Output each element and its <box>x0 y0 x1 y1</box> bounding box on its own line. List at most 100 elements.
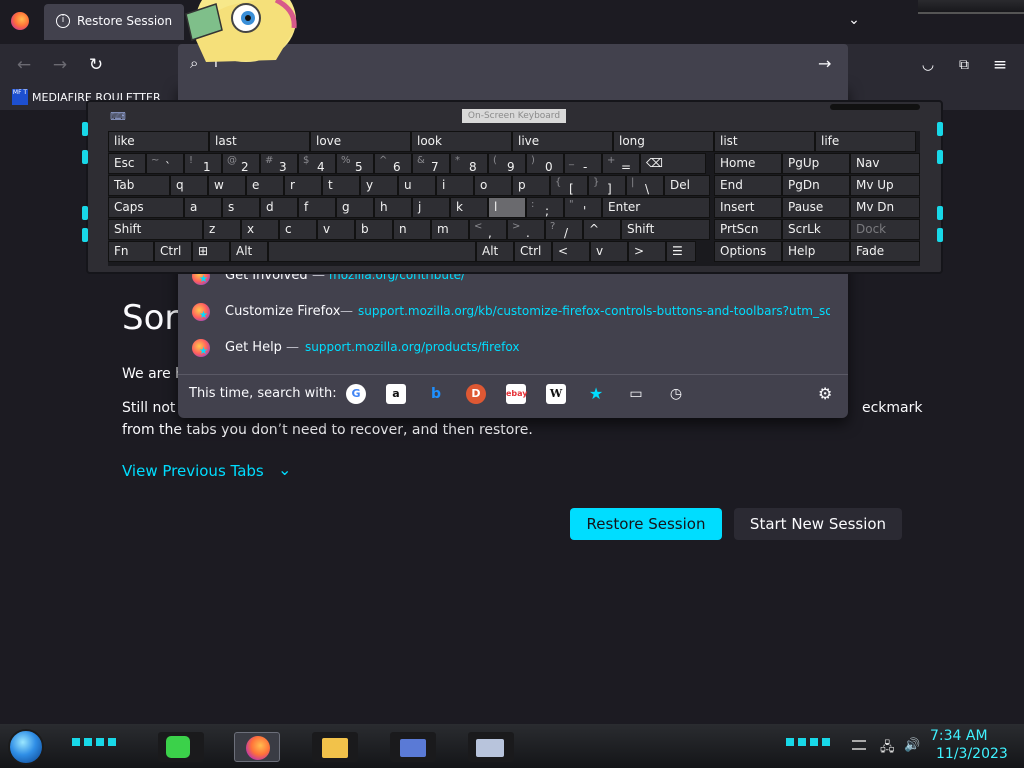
key-mv-dn[interactable]: Mv Dn <box>850 197 920 218</box>
key-sym[interactable]: ⊞ <box>192 241 230 262</box>
key-8[interactable]: * 8 <box>450 153 488 174</box>
go-arrow-icon[interactable]: → <box>818 54 831 73</box>
list-all-tabs-chevron-icon[interactable]: ⌄ <box>845 12 863 30</box>
gear-icon[interactable]: ⚙ <box>818 384 832 403</box>
key-pgup[interactable]: PgUp <box>782 153 850 174</box>
key-shift[interactable]: Shift <box>621 219 710 240</box>
key-sym[interactable]: <, <box>469 219 507 240</box>
show-hidden-icons-icon[interactable] <box>852 740 866 750</box>
key-e[interactable]: e <box>246 175 284 196</box>
menu-icon[interactable]: ≡ <box>988 54 1012 76</box>
key-r[interactable]: r <box>284 175 322 196</box>
key-g[interactable]: g <box>336 197 374 218</box>
prediction-long[interactable]: long <box>613 131 714 152</box>
key-prtscn[interactable]: PrtScn <box>714 219 782 240</box>
taskbar-on-screen-keyboard[interactable] <box>468 732 514 762</box>
key-sym[interactable]: ☰ <box>666 241 696 262</box>
taskbar-control-panel[interactable] <box>390 732 436 762</box>
bing-icon[interactable]: b <box>426 384 446 404</box>
bookmarks-icon[interactable]: ★ <box>586 384 606 404</box>
history-icon[interactable]: ◷ <box>666 384 686 404</box>
key-sym[interactable]: + = <box>602 153 640 174</box>
key-space[interactable] <box>268 241 476 262</box>
key-j[interactable]: j <box>412 197 450 218</box>
duckduckgo-icon[interactable]: D <box>466 384 486 404</box>
key-d[interactable]: d <box>260 197 298 218</box>
key-fade[interactable]: Fade <box>850 241 920 262</box>
key-a[interactable]: a <box>184 197 222 218</box>
chevron-down-icon[interactable]: ⌄ <box>278 460 291 479</box>
tabs-icon[interactable]: ▭ <box>626 384 646 404</box>
key-v[interactable]: v <box>590 241 628 262</box>
result-customize-firefox[interactable]: Customize Firefox — support.mozilla.org/… <box>178 294 848 330</box>
key-7[interactable]: & 7 <box>412 153 450 174</box>
key-y[interactable]: y <box>360 175 398 196</box>
key-h[interactable]: h <box>374 197 412 218</box>
key-5[interactable]: % 5 <box>336 153 374 174</box>
key-caps[interactable]: Caps <box>108 197 184 218</box>
key-4[interactable]: $4 <box>298 153 336 174</box>
key-u[interactable]: u <box>398 175 436 196</box>
key-9[interactable]: (9 <box>488 153 526 174</box>
key-pgdn[interactable]: PgDn <box>782 175 850 196</box>
key-home[interactable]: Home <box>714 153 782 174</box>
key-sym[interactable]: ? / <box>545 219 583 240</box>
prediction-like[interactable]: like <box>108 131 209 152</box>
pocket-icon[interactable]: ◡ <box>916 54 940 76</box>
ebay-icon[interactable]: ebay <box>506 384 528 404</box>
key-ctrl[interactable]: Ctrl <box>514 241 552 262</box>
prediction-love[interactable]: love <box>310 131 411 152</box>
key-o[interactable]: o <box>474 175 512 196</box>
key-esc[interactable]: Esc <box>108 153 146 174</box>
key-sym[interactable]: ⌫ <box>640 153 706 174</box>
prediction-life[interactable]: life <box>815 131 916 152</box>
key-alt[interactable]: Alt <box>476 241 514 262</box>
key-m[interactable]: m <box>431 219 469 240</box>
key-sym[interactable]: ~ ` <box>146 153 184 174</box>
tab-restore-session[interactable]: i Restore Session <box>44 4 184 40</box>
key-fn[interactable]: Fn <box>108 241 154 262</box>
start-new-session-button[interactable]: Start New Session <box>734 508 902 540</box>
key-del[interactable]: Del <box>664 175 710 196</box>
key-2[interactable]: @2 <box>222 153 260 174</box>
key-sym[interactable]: _ - <box>564 153 602 174</box>
key-ctrl[interactable]: Ctrl <box>154 241 192 262</box>
forward-arrow-icon[interactable]: → <box>48 54 72 76</box>
key-sym[interactable]: >. <box>507 219 545 240</box>
key-sym[interactable]: " ' <box>564 197 602 218</box>
key-0[interactable]: ) 0 <box>526 153 564 174</box>
key-sym[interactable]: | \ <box>626 175 664 196</box>
key-enter[interactable]: Enter <box>602 197 710 218</box>
wikipedia-icon[interactable]: W <box>546 384 566 404</box>
key-sym[interactable]: < <box>552 241 590 262</box>
taskbar-notes-app[interactable] <box>158 732 204 762</box>
reload-icon[interactable]: ↻ <box>84 54 108 76</box>
key-i[interactable]: i <box>436 175 474 196</box>
key-v[interactable]: v <box>317 219 355 240</box>
key-sym[interactable]: }] <box>588 175 626 196</box>
volume-icon[interactable]: 🔊 <box>904 738 920 753</box>
view-previous-tabs-link[interactable]: View Previous Tabs <box>122 462 264 480</box>
key-s[interactable]: s <box>222 197 260 218</box>
key-tab[interactable]: Tab <box>108 175 170 196</box>
amazon-icon[interactable]: a <box>386 384 406 404</box>
key-alt[interactable]: Alt <box>230 241 268 262</box>
firefox-icon[interactable] <box>11 12 29 30</box>
key-pause[interactable]: Pause <box>782 197 850 218</box>
key-options[interactable]: Options <box>714 241 782 262</box>
key-c[interactable]: c <box>279 219 317 240</box>
prediction-look[interactable]: look <box>411 131 512 152</box>
key-sym[interactable]: > <box>628 241 666 262</box>
key-nav[interactable]: Nav <box>850 153 920 174</box>
key-dock[interactable]: Dock <box>850 219 920 240</box>
key-p[interactable]: p <box>512 175 550 196</box>
key-k[interactable]: k <box>450 197 488 218</box>
key-3[interactable]: #3 <box>260 153 298 174</box>
key-end[interactable]: End <box>714 175 782 196</box>
key-mv-up[interactable]: Mv Up <box>850 175 920 196</box>
key-shift[interactable]: Shift <box>108 219 203 240</box>
key-sym[interactable]: ^ <box>583 219 621 240</box>
prediction-last[interactable]: last <box>209 131 310 152</box>
restore-session-button[interactable]: Restore Session <box>570 508 722 540</box>
network-icon[interactable]: 🖧 <box>880 738 895 760</box>
